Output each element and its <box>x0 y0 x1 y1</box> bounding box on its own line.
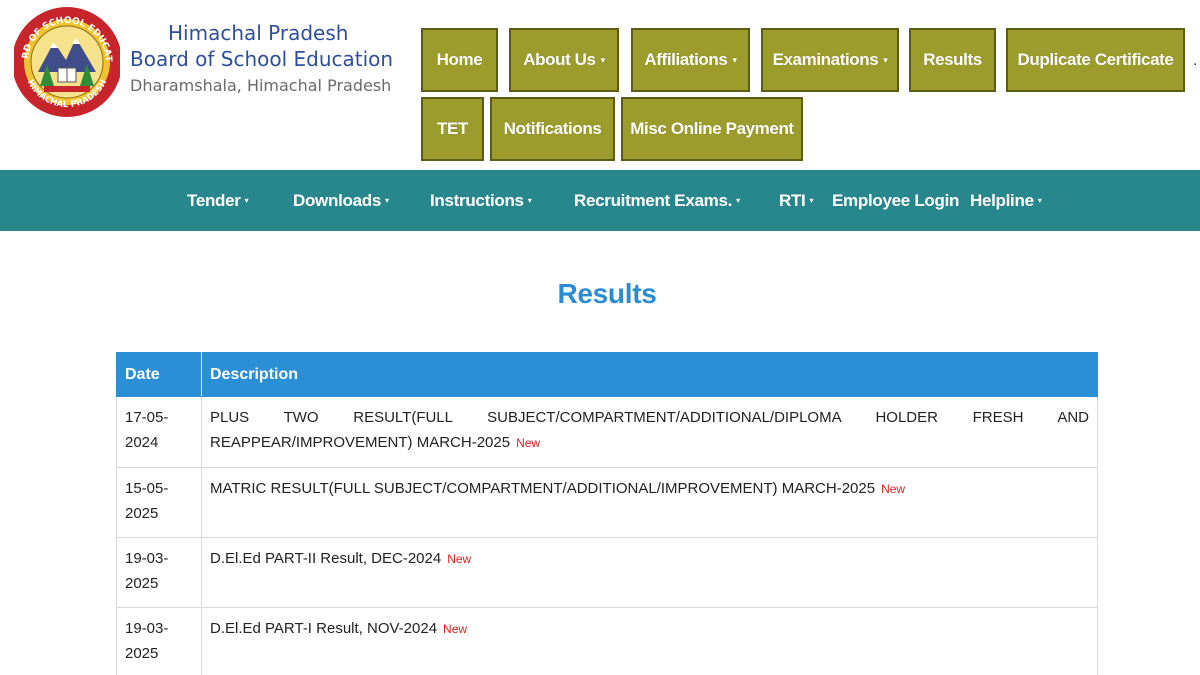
nav-examinations-button[interactable]: Examinations ▾ <box>761 28 899 92</box>
result-date-year: 2025 <box>125 575 159 592</box>
nav-employee-login-label: Employee Login <box>832 190 960 210</box>
chevron-down-icon: ▾ <box>1037 196 1042 205</box>
nav-examinations-label: Examinations <box>772 50 879 69</box>
result-description: MATRIC RESULT(FULL SUBJECT/COMPARTMENT/A… <box>201 467 1098 538</box>
result-link[interactable]: PLUS TWO RESULT(FULL SUBJECT/COMPARTMENT… <box>210 409 1089 451</box>
nav-misc-online-payment-label: Misc Online Payment <box>630 119 794 138</box>
org-location: Dharamshala, Himachal Pradesh <box>130 76 392 95</box>
table-row: 15-05- 2025 MATRIC RESULT(FULL SUBJECT/C… <box>116 467 1098 538</box>
nav-rti-menu[interactable]: RTI ▾ <box>779 170 813 231</box>
chevron-down-icon: ▾ <box>384 196 389 205</box>
result-date-year: 2025 <box>125 645 159 662</box>
nav-about-us-label: About Us <box>523 50 596 69</box>
new-badge: New <box>516 436 541 450</box>
result-link[interactable]: MATRIC RESULT(FULL SUBJECT/COMPARTMENT/A… <box>210 480 875 497</box>
nav-recruitment-exams-menu[interactable]: Recruitment Exams. ▾ <box>574 170 740 231</box>
nav-downloads-menu[interactable]: Downloads ▾ <box>293 170 389 231</box>
result-link[interactable]: D.El.Ed PART-II Result, DEC-2024 <box>210 550 441 567</box>
result-date: 19-03- 2025 <box>116 537 202 608</box>
table-header-row: Date Description <box>116 352 1098 397</box>
column-header-description: Description <box>201 352 1098 397</box>
nav-instructions-label: Instructions <box>430 190 524 210</box>
nav-tender-label: Tender <box>187 190 241 210</box>
table-row: 17-05- 2024 PLUS TWO RESULT(FULL SUBJECT… <box>116 396 1098 468</box>
org-board-name: Board of School Education <box>130 47 394 71</box>
nav-results-label: Results <box>923 50 982 69</box>
result-link[interactable]: D.El.Ed PART-I Result, NOV-2024 <box>210 620 437 637</box>
new-badge: New <box>443 622 468 636</box>
nav-duplicate-certificate-label: Duplicate Certificate <box>1017 50 1174 69</box>
overflow-dot: . <box>1193 52 1198 69</box>
nav-helpline-label: Helpline <box>970 190 1034 210</box>
result-date: 15-05- 2025 <box>116 467 202 538</box>
page-title: Results <box>557 278 657 309</box>
secondary-navigation: Tender ▾ Downloads ▾ Instructions ▾ Recr… <box>0 170 1200 231</box>
result-date: 19-03- 2025 <box>116 607 202 675</box>
nav-instructions-menu[interactable]: Instructions ▾ <box>430 170 532 231</box>
nav-misc-online-payment-button[interactable]: Misc Online Payment <box>621 97 803 161</box>
new-badge: New <box>881 482 906 496</box>
result-date: 17-05- 2024 <box>116 396 202 468</box>
nav-home-label: Home <box>436 50 483 69</box>
org-state-name: Himachal Pradesh <box>168 21 349 45</box>
result-date-year: 2024 <box>125 434 159 451</box>
result-description: D.El.Ed PART-II Result, DEC-2024 New <box>201 537 1098 608</box>
chevron-down-icon: ▾ <box>736 196 740 205</box>
nav-affiliations-button[interactable]: Affiliations ▾ <box>631 28 750 92</box>
result-date-line: 15-05- <box>125 480 169 497</box>
chevron-down-icon: ▾ <box>732 54 737 65</box>
nav-affiliations-label: Affiliations <box>644 50 728 69</box>
board-logo[interactable]: BOARD OF SCHOOL EDUCATION HIMACHAL PRADE… <box>10 0 122 122</box>
nav-employee-login-link[interactable]: Employee Login <box>832 170 959 231</box>
chevron-down-icon: ▾ <box>809 196 814 205</box>
chevron-down-icon: ▾ <box>244 196 249 205</box>
nav-tet-button[interactable]: TET <box>421 97 484 161</box>
organization-name: Himachal Pradesh Board of School Educati… <box>130 20 393 100</box>
emblem-logo-icon: BOARD OF SCHOOL EDUCATION HIMACHAL PRADE… <box>10 0 122 117</box>
result-description: D.El.Ed PART-I Result, NOV-2024 New <box>201 607 1098 675</box>
nav-helpline-menu[interactable]: Helpline ▾ <box>970 170 1042 231</box>
nav-notifications-button[interactable]: Notifications <box>490 97 615 161</box>
nav-tender-menu[interactable]: Tender ▾ <box>187 170 249 231</box>
result-date-year: 2025 <box>125 505 159 522</box>
nav-recruitment-exams-label: Recruitment Exams. <box>574 190 733 210</box>
nav-downloads-label: Downloads <box>293 190 381 210</box>
result-description: PLUS TWO RESULT(FULL SUBJECT/COMPARTMENT… <box>201 396 1098 468</box>
results-table: Date Description 17-05- 2024 PLUS TWO RE… <box>116 352 1098 675</box>
nav-home-button[interactable]: Home <box>421 28 498 92</box>
chevron-down-icon: ▾ <box>600 54 606 65</box>
nav-about-us-button[interactable]: About Us ▾ <box>509 28 619 92</box>
nav-duplicate-certificate-button[interactable]: Duplicate Certificate <box>1006 28 1185 92</box>
chevron-down-icon: ▾ <box>883 54 888 65</box>
column-header-date: Date <box>116 352 202 397</box>
table-row: 19-03- 2025 D.El.Ed PART-I Result, NOV-2… <box>116 607 1098 675</box>
table-row: 19-03- 2025 D.El.Ed PART-II Result, DEC-… <box>116 537 1098 608</box>
nav-results-button[interactable]: Results <box>909 28 996 92</box>
nav-tet-label: TET <box>437 119 468 138</box>
nav-notifications-label: Notifications <box>503 119 602 138</box>
new-badge: New <box>447 552 472 566</box>
result-date-line: 19-03- <box>125 550 169 567</box>
chevron-down-icon: ▾ <box>527 196 532 205</box>
result-date-line: 19-03- <box>125 620 169 637</box>
nav-rti-label: RTI <box>779 190 806 210</box>
result-date-line: 17-05- <box>125 409 169 426</box>
